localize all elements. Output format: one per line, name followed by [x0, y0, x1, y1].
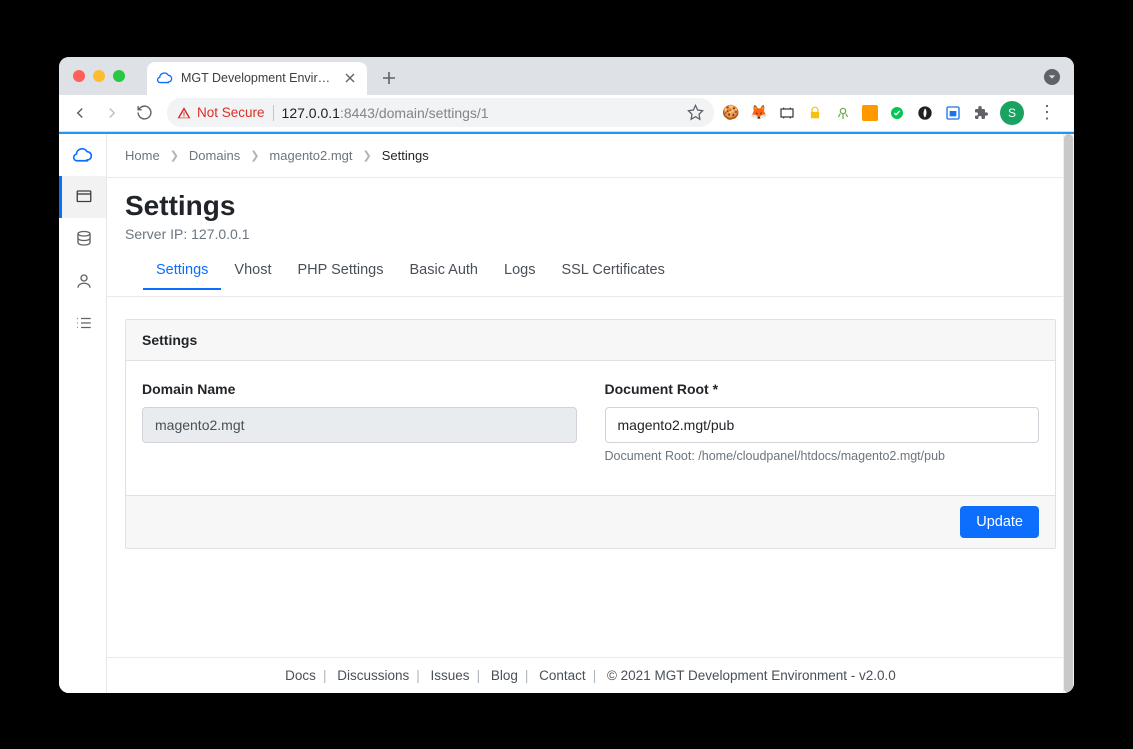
back-button[interactable]	[65, 98, 95, 128]
chevron-right-icon: ❯	[170, 149, 179, 162]
page-header: Settings Server IP: 127.0.0.1 Settings V…	[107, 178, 1074, 297]
warning-icon	[177, 106, 191, 120]
scrollbar-thumb[interactable]	[1064, 134, 1073, 693]
browser-tab-strip: MGT Development Environmen	[59, 57, 1074, 95]
extensions-row: 🍪 🦊 S ⋮	[722, 101, 1068, 125]
footer-link-contact[interactable]: Contact	[539, 668, 586, 683]
sidebar-item-databases[interactable]	[59, 218, 106, 260]
close-tab-icon[interactable]	[343, 71, 357, 85]
tabs: Settings Vhost PHP Settings Basic Auth L…	[125, 252, 1056, 290]
panel-footer: Update	[126, 495, 1055, 548]
footer-link-discussions[interactable]: Discussions	[337, 668, 409, 683]
maximize-window-button[interactable]	[113, 70, 125, 82]
page-viewport: Home ❯ Domains ❯ magento2.mgt ❯ Settings…	[59, 132, 1074, 693]
domain-name-input[interactable]	[142, 407, 577, 443]
breadcrumb-item[interactable]: Domains	[189, 148, 240, 163]
breadcrumb-item-active: Settings	[382, 148, 429, 163]
new-tab-button[interactable]	[375, 64, 403, 92]
address-bar: Not Secure 127.0.0.1:8443/domain/setting…	[59, 95, 1074, 132]
footer-copyright: © 2021 MGT Development Environment - v2.…	[607, 668, 896, 683]
divider	[273, 105, 274, 121]
document-root-field: Document Root * Document Root: /home/clo…	[605, 381, 1040, 463]
panel-header: Settings	[126, 320, 1055, 361]
breadcrumb-item[interactable]: magento2.mgt	[269, 148, 352, 163]
extension-icon[interactable]	[862, 105, 878, 121]
forward-button[interactable]	[97, 98, 127, 128]
page-title: Settings	[125, 190, 1056, 222]
tab-ssl[interactable]: SSL Certificates	[548, 252, 677, 290]
tabs-menu-icon[interactable]	[1044, 69, 1060, 85]
domain-name-field: Domain Name	[142, 381, 577, 463]
domain-name-label: Domain Name	[142, 381, 577, 397]
sidebar-item-users[interactable]	[59, 260, 106, 302]
sidebar-item-domains[interactable]	[59, 176, 106, 218]
tab-title: MGT Development Environmen	[181, 71, 335, 85]
tab-vhost[interactable]: Vhost	[221, 252, 284, 290]
extension-icon[interactable]	[916, 104, 934, 122]
server-ip-label: Server IP: 127.0.0.1	[125, 226, 1056, 242]
chevron-right-icon: ❯	[250, 149, 259, 162]
sidebar	[59, 134, 107, 693]
bookmark-star-icon[interactable]	[687, 104, 704, 121]
update-button[interactable]: Update	[960, 506, 1039, 538]
settings-panel: Settings Domain Name Document Root * Doc…	[125, 319, 1056, 549]
sidebar-item-services[interactable]	[59, 302, 106, 344]
browser-menu-icon[interactable]: ⋮	[1034, 102, 1060, 123]
extension-icon[interactable]: 🦊	[750, 104, 768, 122]
extension-icon[interactable]	[806, 104, 824, 122]
extension-icon[interactable]	[834, 104, 852, 122]
url-text: 127.0.0.1:8443/domain/settings/1	[282, 105, 489, 121]
tab-php-settings[interactable]: PHP Settings	[285, 252, 397, 290]
chevron-right-icon: ❯	[363, 149, 372, 162]
page-footer: Docs| Discussions| Issues| Blog| Contact…	[107, 657, 1074, 693]
tab-logs[interactable]: Logs	[491, 252, 548, 290]
minimize-window-button[interactable]	[93, 70, 105, 82]
breadcrumb: Home ❯ Domains ❯ magento2.mgt ❯ Settings	[107, 134, 1074, 178]
profile-avatar[interactable]: S	[1000, 101, 1024, 125]
cloud-icon	[157, 70, 173, 86]
extension-icon[interactable]	[888, 104, 906, 122]
document-root-label: Document Root *	[605, 381, 1040, 397]
main-content: Home ❯ Domains ❯ magento2.mgt ❯ Settings…	[107, 134, 1074, 693]
window-controls	[73, 70, 125, 82]
browser-window: MGT Development Environmen Not Secure	[59, 57, 1074, 693]
footer-link-issues[interactable]: Issues	[431, 668, 470, 683]
document-root-input[interactable]	[605, 407, 1040, 443]
close-window-button[interactable]	[73, 70, 85, 82]
reload-button[interactable]	[129, 98, 159, 128]
security-indicator[interactable]: Not Secure	[177, 105, 265, 120]
tab-settings[interactable]: Settings	[143, 252, 221, 290]
extension-icon[interactable]	[778, 104, 796, 122]
footer-link-docs[interactable]: Docs	[285, 668, 316, 683]
scrollbar-track[interactable]	[1063, 134, 1074, 693]
url-bar[interactable]: Not Secure 127.0.0.1:8443/domain/setting…	[167, 98, 714, 127]
extensions-menu-icon[interactable]	[972, 104, 990, 122]
extension-icon[interactable]	[944, 104, 962, 122]
security-text: Not Secure	[197, 105, 265, 120]
tab-basic-auth[interactable]: Basic Auth	[396, 252, 491, 290]
footer-link-blog[interactable]: Blog	[491, 668, 518, 683]
extension-icon[interactable]: 🍪	[722, 104, 740, 122]
breadcrumb-item[interactable]: Home	[125, 148, 160, 163]
browser-tab[interactable]: MGT Development Environmen	[147, 62, 367, 95]
document-root-hint: Document Root: /home/cloudpanel/htdocs/m…	[605, 449, 1040, 463]
panel-body: Domain Name Document Root * Document Roo…	[126, 361, 1055, 495]
app-logo-cloud-icon[interactable]	[59, 134, 106, 176]
